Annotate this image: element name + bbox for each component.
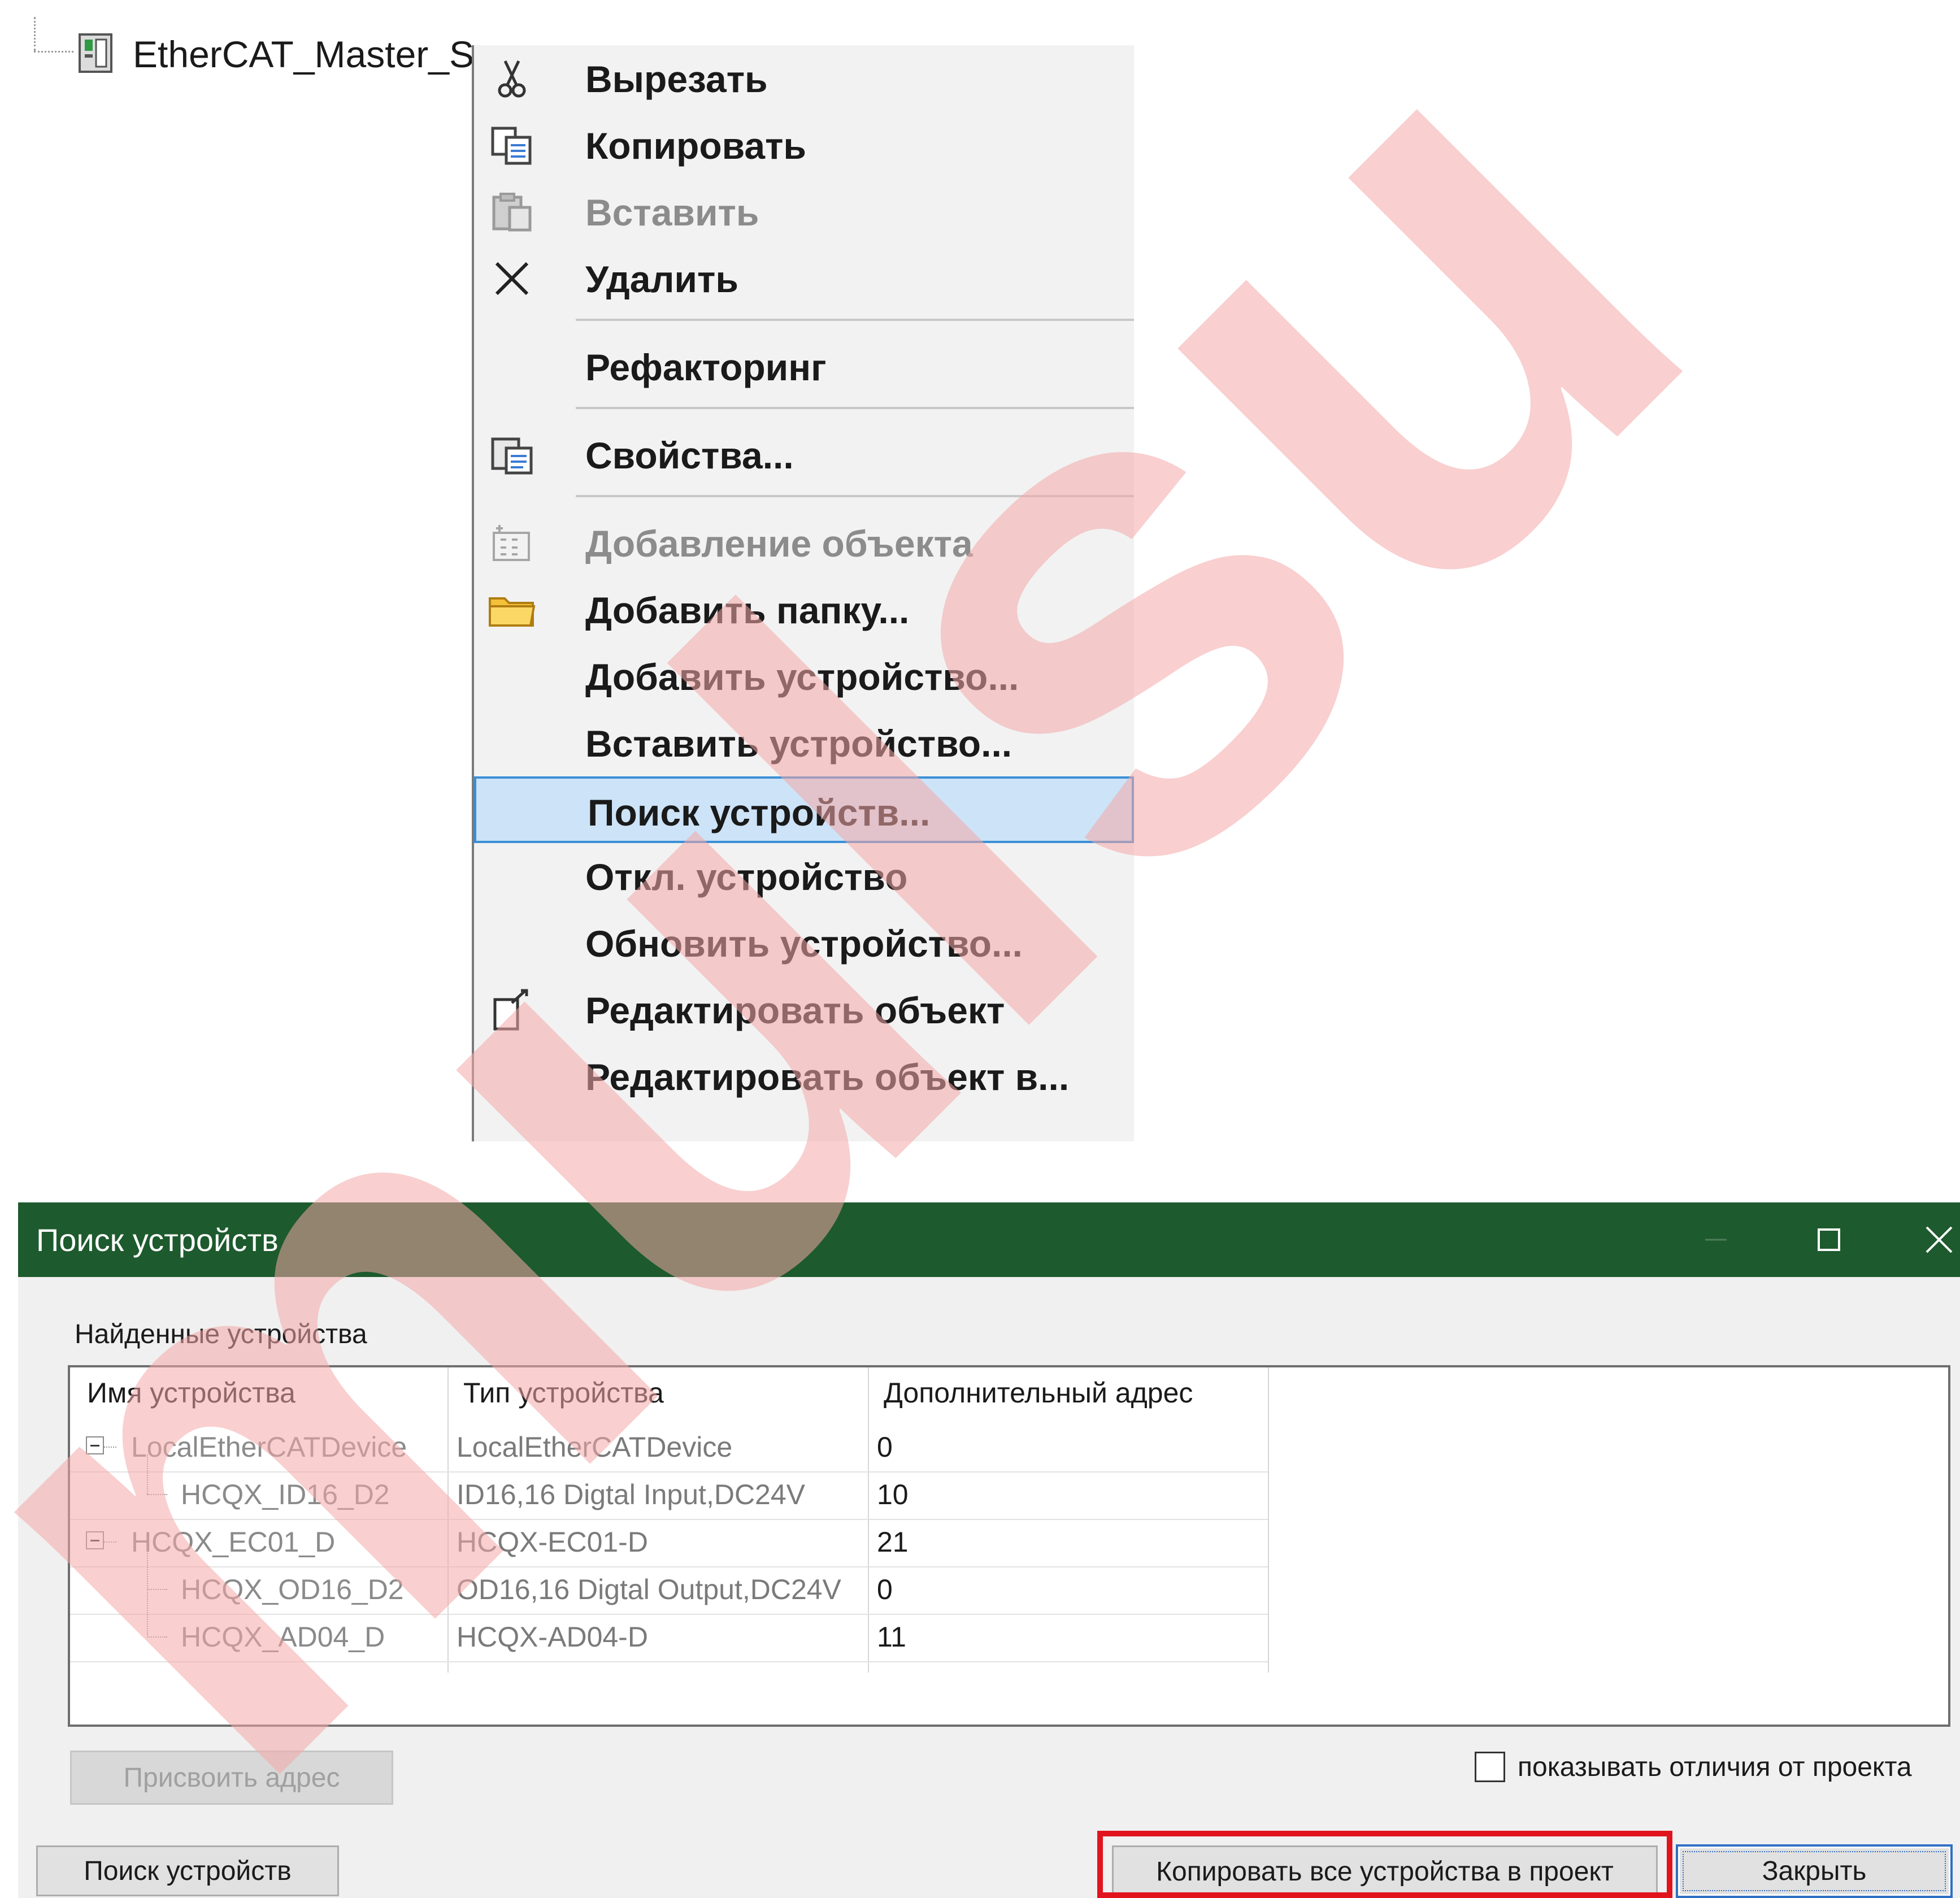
collapse-icon[interactable]: [86, 1531, 104, 1549]
menu-item-label: Обновить устройство...: [585, 923, 1023, 965]
menu-item-label: Вырезать: [585, 58, 768, 100]
maximize-button[interactable]: [1781, 1202, 1877, 1277]
tree-connector-line: [147, 1454, 148, 1494]
device-type: LocalEtherCATDevice: [457, 1431, 733, 1463]
device-type: OD16,16 Digtal Output,DC24V: [457, 1574, 841, 1605]
table-row[interactable]: LocalEtherCATDevice LocalEtherCATDevice …: [70, 1424, 1268, 1473]
minimize-button[interactable]: [1668, 1202, 1764, 1277]
device-name: HCQX_EC01_D: [131, 1526, 336, 1558]
close-dialog-button[interactable]: Закрыть: [1676, 1844, 1953, 1898]
menu-item-cut[interactable]: Вырезать: [474, 45, 1134, 112]
dialog-titlebar: Поиск устройств: [18, 1202, 1960, 1277]
delete-x-icon: [486, 257, 537, 301]
edit-object-icon: [486, 988, 537, 1032]
tree-connector-line: [147, 1636, 167, 1638]
menu-item-refactoring[interactable]: Рефакторинг: [474, 333, 1134, 400]
menu-item-label: Свойства...: [585, 435, 794, 476]
show-differences-label: показывать отличия от проекта: [1518, 1752, 1912, 1782]
folder-icon: [486, 588, 537, 632]
close-window-button[interactable]: [1891, 1202, 1960, 1277]
collapse-icon[interactable]: [86, 1436, 104, 1454]
found-devices-table: Имя устройства Тип устройства Дополнител…: [68, 1365, 1950, 1727]
device-type: HCQX-EC01-D: [457, 1526, 648, 1558]
column-header-address[interactable]: Дополнительный адрес: [884, 1376, 1193, 1409]
tree-connector-line: [147, 1494, 167, 1495]
menu-item-add-folder[interactable]: Добавить папку...: [474, 576, 1134, 643]
device-type: HCQX-AD04-D: [457, 1621, 648, 1653]
device-address: 10: [877, 1479, 909, 1510]
device-address: 11: [877, 1621, 906, 1653]
menu-item-add-device[interactable]: Добавить устройство...: [474, 643, 1134, 710]
scan-devices-button[interactable]: Поиск устройств: [36, 1845, 339, 1896]
menu-item-add-object[interactable]: Добавление объекта: [474, 510, 1134, 576]
menu-item-insert-device[interactable]: Вставить устройство...: [474, 710, 1134, 776]
scissors-icon: [486, 57, 537, 101]
copy-icon: [486, 123, 537, 167]
menu-item-label: Редактировать объект в...: [585, 1056, 1070, 1098]
menu-item-update-device[interactable]: Обновить устройство...: [474, 910, 1134, 976]
device-icon: [79, 33, 112, 73]
close-icon: [1926, 1226, 1953, 1253]
device-address: 21: [877, 1526, 909, 1558]
menu-item-label: Копировать: [585, 125, 806, 167]
context-menu: Вырезать Копировать Вставить Удалить Реф…: [472, 45, 1134, 1141]
menu-item-label: Вставить устройство...: [585, 723, 1012, 765]
menu-item-label: Добавить папку...: [585, 589, 910, 631]
menu-separator: [576, 495, 1134, 497]
menu-item-edit-object-in[interactable]: Редактировать объект в...: [474, 1043, 1134, 1110]
found-devices-label: Найденные устройства: [75, 1319, 367, 1349]
menu-item-label: Добавление объекта: [585, 523, 973, 564]
table-row[interactable]: HCQX_EC01_D HCQX-EC01-D 21: [70, 1519, 1268, 1567]
highlight-frame: [1097, 1831, 1672, 1898]
menu-item-edit-object[interactable]: Редактировать объект: [474, 976, 1134, 1043]
column-divider: [1268, 1367, 1269, 1673]
paste-icon: [486, 190, 537, 234]
tree-connector-line: [104, 1447, 116, 1448]
menu-separator: [576, 407, 1134, 409]
menu-item-label: Поиск устройств...: [588, 792, 931, 833]
table-row[interactable]: HCQX_AD04_D HCQX-AD04-D 11: [70, 1614, 1268, 1662]
device-type: ID16,16 Digtal Input,DC24V: [457, 1479, 806, 1510]
column-header-device-type[interactable]: Тип устройства: [463, 1376, 664, 1409]
assign-address-button[interactable]: Присвоить адрес: [70, 1751, 393, 1805]
tree-connector-line: [34, 17, 36, 51]
device-name: HCQX_AD04_D: [181, 1621, 385, 1653]
menu-separator: [576, 319, 1134, 321]
device-name: LocalEtherCATDevice: [131, 1431, 407, 1463]
show-differences-checkbox[interactable]: [1475, 1752, 1505, 1782]
properties-icon: [486, 433, 537, 477]
dialog-title: Поиск устройств: [36, 1222, 279, 1258]
table-row[interactable]: HCQX_ID16_D2 ID16,16 Digtal Input,DC24V …: [70, 1454, 1268, 1520]
menu-item-delete[interactable]: Удалить: [474, 245, 1134, 312]
device-name: HCQX_ID16_D2: [181, 1479, 390, 1510]
tree-connector-line: [147, 1589, 167, 1590]
table-row[interactable]: HCQX_OD16_D2 OD16,16 Digtal Output,DC24V…: [70, 1549, 1268, 1635]
menu-item-scan-devices[interactable]: Поиск устройств...: [474, 776, 1134, 843]
menu-item-properties[interactable]: Свойства...: [474, 422, 1134, 488]
minimize-icon: [1705, 1239, 1727, 1241]
menu-item-copy[interactable]: Копировать: [474, 112, 1134, 179]
menu-item-label: Откл. устройство: [585, 856, 908, 898]
maximize-icon: [1818, 1228, 1840, 1251]
device-address: 0: [877, 1574, 893, 1605]
add-object-icon: [486, 521, 537, 565]
menu-item-paste[interactable]: Вставить: [474, 179, 1134, 245]
menu-item-label: Удалить: [585, 258, 738, 300]
tree-node-label: EtherCAT_Master_So: [133, 33, 495, 75]
tree-connector-line: [104, 1541, 116, 1543]
column-header-device-name[interactable]: Имя устройства: [87, 1376, 295, 1409]
device-address: 0: [877, 1431, 893, 1463]
menu-item-label: Вставить: [585, 192, 759, 233]
menu-item-disable-device[interactable]: Откл. устройство: [474, 843, 1134, 910]
menu-item-label: Добавить устройство...: [585, 656, 1019, 698]
device-name: HCQX_OD16_D2: [181, 1574, 404, 1605]
tree-connector-line: [34, 51, 73, 53]
menu-item-label: Рефакторинг: [585, 346, 827, 388]
menu-item-label: Редактировать объект: [585, 989, 1005, 1031]
